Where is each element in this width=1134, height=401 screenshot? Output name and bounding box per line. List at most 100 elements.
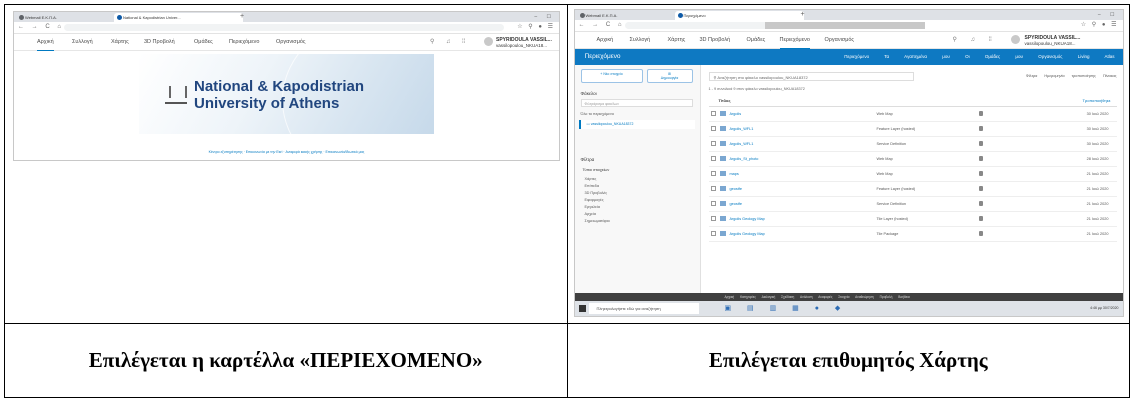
item-title[interactable]: maps: [730, 167, 739, 181]
table-row[interactable]: Argolis_St_photo Web Map 28 Ιουλ 2020: [708, 152, 1117, 167]
row-checkbox[interactable]: [710, 156, 716, 161]
browser-extensions-icon[interactable]: ☆ ⚲ ● ☰: [517, 22, 555, 33]
sort-button[interactable]: Ημερομηνία τροποποίησης: [1044, 74, 1095, 78]
table-row[interactable]: Argolis Web Map 30 Ιουλ 2020: [708, 107, 1117, 122]
taskbar-search-input[interactable]: Πληκτρολογήστε εδώ για αναζήτηση: [588, 303, 699, 314]
nav-scene[interactable]: 3D Προβολή: [700, 32, 731, 48]
row-checkbox[interactable]: [710, 201, 716, 206]
user-avatar[interactable]: [484, 37, 493, 46]
status-bar-item[interactable]: Αναθεώρηση: [855, 295, 874, 299]
browser-tab-nkua[interactable]: National & Kapodistrian Univer...: [114, 13, 243, 22]
browser-tab-webmail[interactable]: Webmail Ε.Κ.Π.Α.: [16, 13, 120, 22]
filter-item[interactable]: 3D Προβολές: [585, 191, 608, 195]
tab-my-groups[interactable]: Οι Ομάδες μου: [965, 54, 1023, 59]
address-bar[interactable]: [64, 24, 504, 31]
app-launcher-icon[interactable]: ⁞⁞: [989, 36, 992, 44]
browser-extensions-icon[interactable]: ☆ ⚲ ● ☰: [1081, 20, 1119, 31]
filter-item[interactable]: Αρχεία: [585, 212, 596, 216]
new-item-button[interactable]: + Νέο στοιχείο: [580, 69, 643, 83]
tab-favorites[interactable]: Τα Αγαπημένα μου: [884, 54, 950, 59]
table-row[interactable]: geostfe Feature Layer (hosted) 21 Ιουλ 202…: [708, 182, 1117, 197]
item-title[interactable]: Argolis Geology Map: [730, 227, 765, 241]
row-checkbox[interactable]: [710, 231, 716, 236]
new-tab-icon[interactable]: +: [801, 10, 805, 20]
filter-item[interactable]: Χάρτες: [585, 177, 597, 181]
notifications-icon[interactable]: ♫: [971, 36, 976, 44]
table-row[interactable]: Argolis_WFL1 Service Definition 30 Ιουλ 20…: [708, 137, 1117, 152]
item-title[interactable]: Argolis_WFL1: [730, 137, 754, 151]
nav-content[interactable]: Περιεχόμενο: [779, 32, 810, 49]
status-bar-item[interactable]: Αρχική: [725, 295, 735, 299]
status-bar-item[interactable]: Κατηγορίες: [740, 295, 756, 299]
column-modified[interactable]: Τροποποιήθηκε: [1082, 95, 1110, 106]
table-row[interactable]: Argolis Geology Map Tile Layer (hosted) 21…: [708, 212, 1117, 227]
table-view-button[interactable]: Πίνακας: [1103, 74, 1117, 78]
table-row[interactable]: Argolis_WFL1 Feature Layer (hosted) 30 Ιου…: [708, 122, 1117, 137]
item-title[interactable]: Argolis Geology Map: [730, 212, 765, 226]
all-content-folder[interactable]: Όλο το περιεχόμενο: [581, 112, 614, 116]
user-avatar[interactable]: [1010, 35, 1020, 44]
notifications-icon[interactable]: ♫: [446, 38, 451, 46]
nav-gallery[interactable]: Συλλογή: [630, 32, 651, 48]
status-bar-item[interactable]: Σχεδίαση: [781, 295, 794, 299]
item-title[interactable]: geostfe: [730, 182, 742, 196]
item-title[interactable]: Argolis: [730, 107, 742, 121]
browser-tab-webmail[interactable]: Webmail Ε.Κ.Π.Α.: [577, 11, 681, 20]
row-checkbox[interactable]: [710, 126, 716, 131]
content-search-input[interactable]: ⚲ Αναζήτηση στο φάκελο vassilopoulou_NKU…: [708, 72, 914, 81]
item-types-label[interactable]: Τύποι στοιχείων: [583, 168, 610, 172]
new-tab-icon[interactable]: +: [240, 12, 244, 22]
filter-item[interactable]: Επίπεδα: [585, 184, 600, 188]
row-checkbox[interactable]: [710, 171, 716, 176]
create-button[interactable]: ⊞ Δημιουργία: [646, 69, 693, 83]
item-title[interactable]: Argolis_St_photo: [730, 152, 759, 166]
item-title[interactable]: geostfe: [730, 197, 742, 211]
filter-item[interactable]: Σημειωματάριο: [585, 219, 610, 223]
nav-scene[interactable]: 3D Προβολή: [144, 34, 175, 50]
window-controls-icon[interactable]: – ☐: [534, 12, 555, 22]
taskbar-apps-icon[interactable]: ▣ ▤ ▥ ▦ ● ◆: [725, 304, 848, 313]
user-folder[interactable]: ▭ vassilopoulou_NKUA18372: [578, 120, 695, 129]
table-row[interactable]: Argolis Geology Map Tile Package 21 Ιουλ 2…: [708, 227, 1117, 242]
row-checkbox[interactable]: [710, 216, 716, 221]
status-bar-item[interactable]: Διαλογική: [762, 295, 776, 299]
status-bar-item[interactable]: Στοιχεία: [838, 295, 849, 299]
nav-home[interactable]: Αρχική: [37, 34, 54, 51]
status-bar-item[interactable]: Προβολή: [880, 295, 893, 299]
filters-button[interactable]: Φίλτρα: [1026, 74, 1038, 78]
tab-organization[interactable]: Οργανισμός: [1038, 54, 1062, 59]
row-checkbox[interactable]: [710, 111, 716, 116]
tab-my-content[interactable]: Περιεχόμενο: [844, 54, 869, 59]
window-controls-icon[interactable]: – ☐: [1098, 10, 1119, 20]
status-bar-item[interactable]: Αναφορές: [818, 295, 832, 299]
nav-map[interactable]: Χάρτης: [668, 32, 686, 48]
nav-map[interactable]: Χάρτης: [111, 34, 129, 50]
table-row[interactable]: maps Web Map 21 Ιουλ 2020: [708, 167, 1117, 182]
nav-groups[interactable]: Ομάδες: [747, 32, 766, 48]
back-forward-reload-icon[interactable]: ← → C ⌂: [579, 20, 625, 31]
app-launcher-icon[interactable]: ⁞⁞: [462, 38, 465, 46]
nav-groups[interactable]: Ομάδες: [194, 34, 213, 50]
nav-gallery[interactable]: Συλλογή: [72, 34, 93, 50]
row-checkbox[interactable]: [710, 186, 716, 191]
table-row[interactable]: geostfe Service Definition 21 Ιουλ 2020: [708, 197, 1117, 212]
browser-tab-content[interactable]: Περιεχόμενο: [674, 11, 804, 20]
user-menu[interactable]: SPYRIDOULA VASSIL... vassilopoulou_NKUA18…: [496, 37, 552, 49]
filter-item[interactable]: Εργαλεία: [585, 205, 600, 209]
filter-item[interactable]: Εφαρμογές: [585, 198, 604, 202]
status-bar-item[interactable]: Βοήθεια: [898, 295, 909, 299]
nav-organization[interactable]: Οργανισμός: [825, 32, 855, 48]
back-forward-reload-icon[interactable]: ← → C ⌂: [18, 22, 64, 33]
nav-home[interactable]: Αρχική: [597, 32, 614, 48]
tab-living-atlas[interactable]: Living Atlas: [1078, 54, 1115, 59]
row-checkbox[interactable]: [710, 141, 716, 146]
footer-links[interactable]: Κέντρο εξυπηρέτησης · Επικοινωνία με την…: [14, 150, 559, 154]
search-icon[interactable]: ⚲: [430, 38, 434, 46]
item-title[interactable]: Argolis_WFL1: [730, 122, 754, 136]
user-menu[interactable]: SPYRIDOULA VASSIL... vassilopoulou_NKUA18…: [1025, 35, 1081, 47]
windows-start-icon[interactable]: [578, 305, 586, 312]
nav-organization[interactable]: Οργανισμός: [276, 34, 306, 50]
status-bar-item[interactable]: Ανάλυση: [800, 295, 813, 299]
nav-content[interactable]: Περιεχόμενο: [229, 34, 259, 50]
column-title[interactable]: Τίτλος: [719, 95, 731, 106]
